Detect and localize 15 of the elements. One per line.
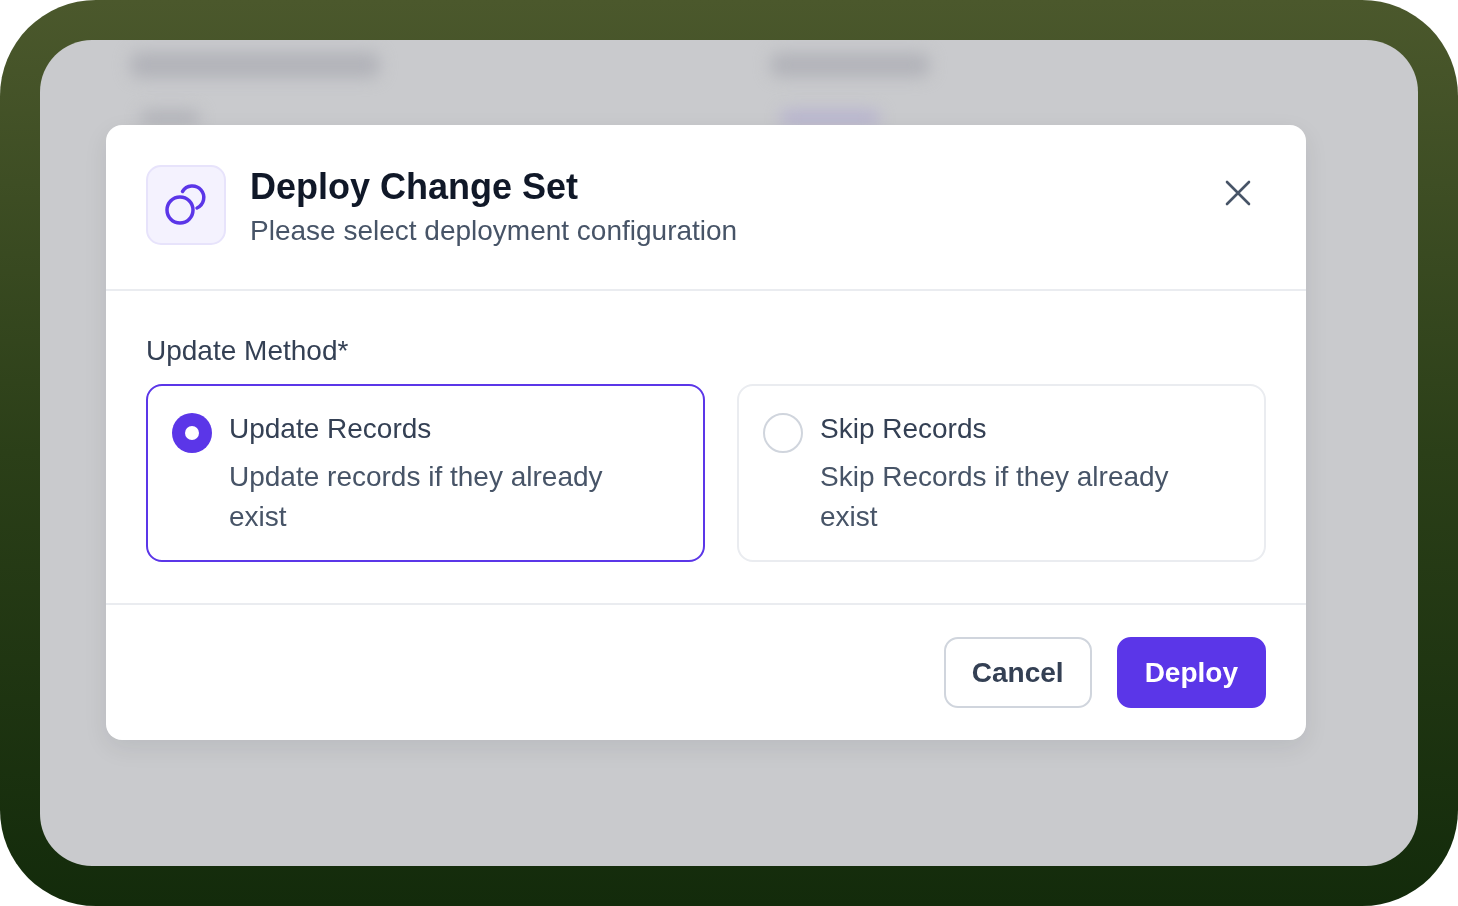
radio-selected-icon[interactable] [172, 413, 212, 453]
dialog-title: Deploy Change Set [250, 165, 580, 209]
deploy-button[interactable]: Deploy [1116, 637, 1266, 708]
option-description: Skip Records if they already exist [820, 460, 1170, 534]
radio-option-card[interactable]: Skip Records Skip Records if they already exist [737, 384, 1266, 562]
close-icon [1225, 180, 1251, 206]
cancel-button[interactable]: Cancel [943, 637, 1092, 708]
radio-empty-icon[interactable] [763, 413, 803, 453]
radio-option-card[interactable]: Update Records Update records if they already exist [146, 384, 705, 562]
option-description: Update records if they already exist [229, 460, 604, 534]
field-label: Update Method* [146, 334, 350, 368]
overlapping-circles-icon [146, 165, 226, 245]
dialog-subtitle: Please select deployment configuration [250, 214, 739, 248]
option-title: Update Records [229, 413, 433, 445]
option-title: Skip Records [820, 413, 988, 445]
